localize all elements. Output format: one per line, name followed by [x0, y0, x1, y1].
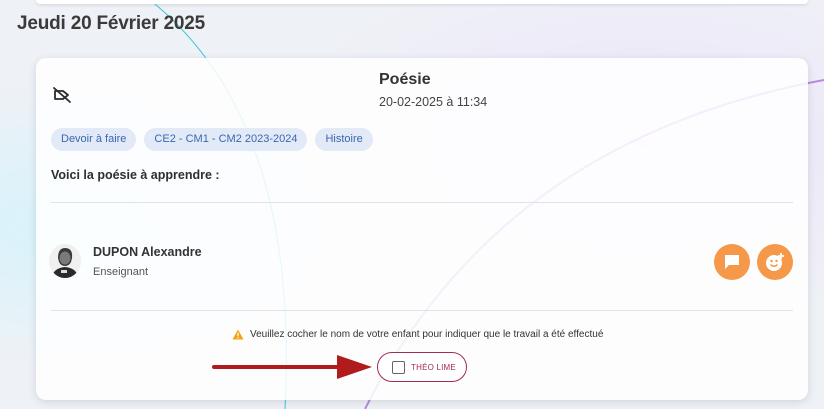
tag-list: Devoir à faire CE2 - CM1 - CM2 2023-2024… — [51, 128, 373, 151]
author-name: DUPON Alexandre — [93, 245, 202, 259]
tag-chip-type[interactable]: Devoir à faire — [51, 128, 137, 151]
post-title: Poésie — [379, 71, 431, 88]
divider — [51, 202, 793, 203]
child-name-label: THÉO LIME — [411, 362, 456, 372]
completion-warning: Veuillez cocher le nom de votre enfant p… — [232, 329, 603, 340]
divider — [51, 310, 793, 311]
checkbox-box[interactable] — [392, 360, 405, 374]
child-done-checkbox[interactable]: THÉO LIME — [377, 352, 467, 382]
add-reaction-icon — [766, 253, 784, 271]
warning-icon — [232, 329, 244, 340]
red-arrow-annotation — [212, 355, 372, 379]
post-datetime: 20-02-2025 à 11:34 — [379, 95, 488, 109]
avatar — [49, 244, 81, 278]
reaction-button[interactable] — [757, 244, 793, 280]
chat-bubble-icon — [725, 255, 739, 269]
author-role: Enseignant — [93, 266, 149, 278]
post-body: Voici la poésie à apprendre : — [51, 168, 220, 182]
warning-text: Veuillez cocher le nom de votre enfant p… — [250, 329, 604, 340]
homework-card: Poésie 20-02-2025 à 11:34 Devoir à faire… — [36, 58, 808, 400]
tag-chip-subject[interactable]: Histoire — [315, 128, 373, 151]
tag-off-icon — [53, 87, 71, 103]
tag-chip-class[interactable]: CE2 - CM1 - CM2 2023-2024 — [144, 128, 308, 151]
previous-card-edge — [36, 0, 808, 4]
day-heading: Jeudi 20 Février 2025 — [17, 13, 206, 34]
message-button[interactable] — [714, 244, 750, 280]
